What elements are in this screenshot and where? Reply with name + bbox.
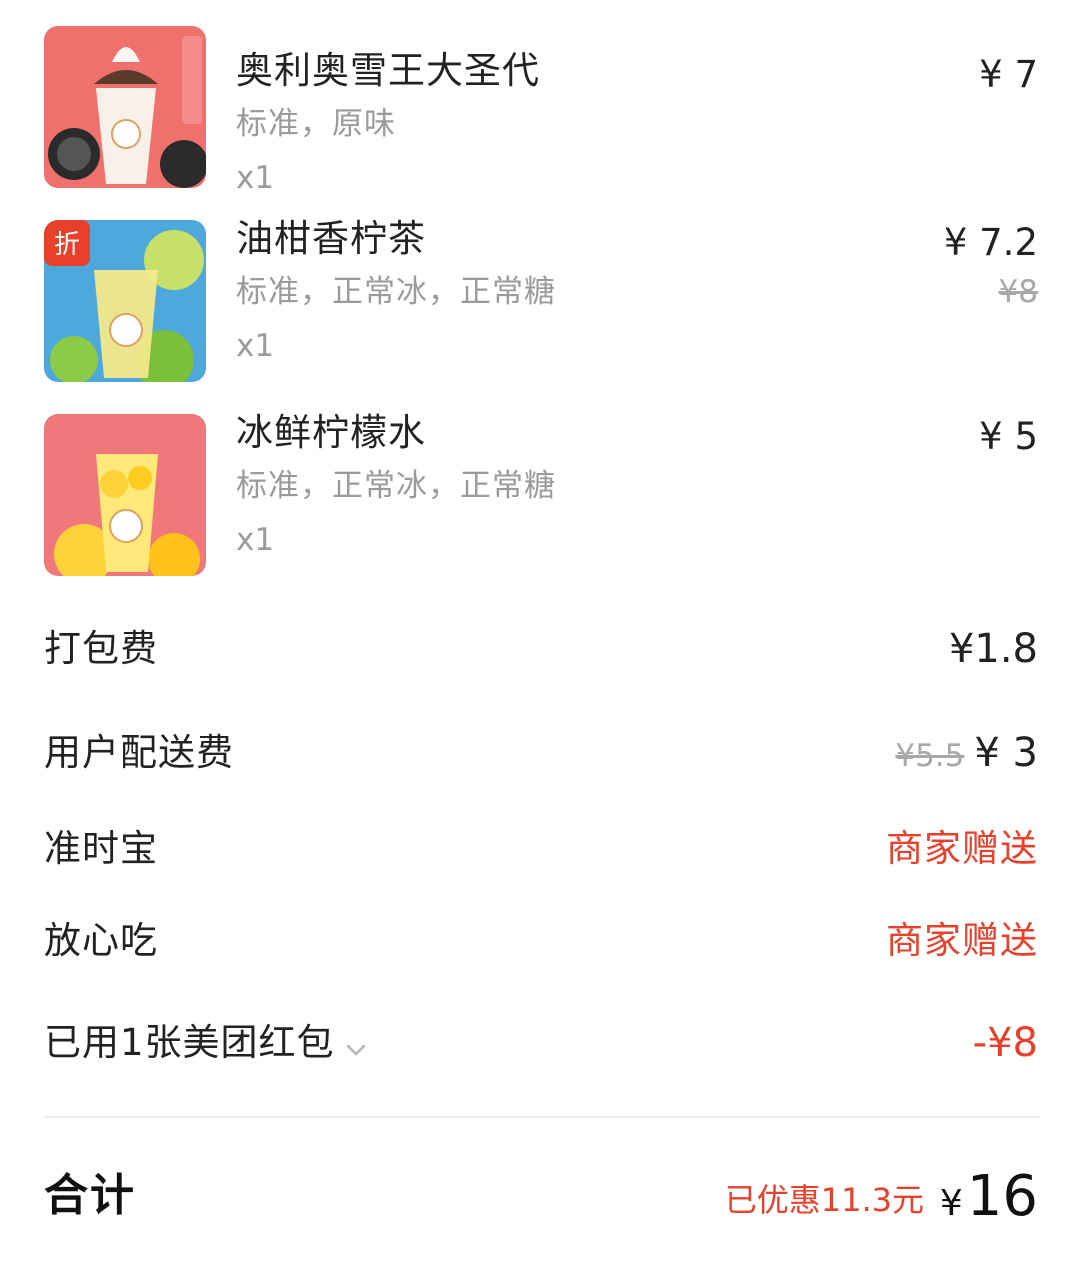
- coupon-row[interactable]: 已用1张美团红包 -¥8: [0, 1004, 1066, 1084]
- product-image: [44, 26, 206, 188]
- safe-eat-value: 商家赠送: [886, 919, 1038, 962]
- ontime-value: 商家赠送: [886, 827, 1038, 870]
- item-original-price: ¥8: [998, 274, 1038, 310]
- item-quantity: x1: [236, 328, 275, 364]
- order-item[interactable]: 冰鲜柠檬水 标准，正常冰，正常糖 x1 ¥ 5: [0, 411, 1066, 594]
- item-spec: 标准，正常冰，正常糖: [236, 274, 556, 310]
- product-image: [44, 414, 206, 576]
- packing-fee-row: 打包费 ¥1.8: [0, 610, 1066, 690]
- total-amount: ¥16: [940, 1164, 1038, 1237]
- total-value: 16: [966, 1164, 1038, 1229]
- packing-fee-value: ¥1.8: [948, 626, 1038, 672]
- saved-amount: 已优惠11.3元: [724, 1181, 924, 1219]
- item-quantity: x1: [236, 160, 275, 196]
- delivery-fee-current: ¥ 3: [974, 730, 1038, 776]
- delivery-fee-value: ¥5.5 ¥ 3: [895, 726, 1038, 783]
- order-item[interactable]: 奥利奥雪王大圣代 标准，原味 x1 ¥ 7: [0, 26, 1066, 206]
- order-item[interactable]: 折 油柑香柠茶 标准，正常冰，正常糖 x1 ¥ 7.2 ¥8: [0, 217, 1066, 400]
- item-quantity: x1: [236, 522, 275, 558]
- item-price: ¥ 7: [979, 53, 1038, 96]
- chevron-down-icon[interactable]: [345, 1020, 367, 1070]
- coupon-label-text: 已用1张美团红包: [44, 1021, 335, 1064]
- delivery-fee-row: 用户配送费 ¥5.5 ¥ 3: [0, 714, 1066, 794]
- discount-badge-icon: 折: [54, 230, 80, 260]
- item-name: 油柑香柠茶: [236, 217, 426, 260]
- item-price: ¥ 5: [979, 415, 1038, 458]
- total-label: 合计: [44, 1170, 136, 1221]
- ontime-label: 准时宝: [44, 827, 158, 870]
- item-name: 奥利奥雪王大圣代: [236, 49, 540, 92]
- item-spec: 标准，原味: [236, 106, 396, 142]
- item-name: 冰鲜柠檬水: [236, 411, 426, 454]
- item-spec: 标准，正常冰，正常糖: [236, 468, 556, 504]
- product-image: 折: [44, 220, 206, 382]
- delivery-fee-original: ¥5.5: [895, 738, 965, 774]
- item-price: ¥ 7.2: [943, 221, 1038, 264]
- total-currency: ¥: [939, 1183, 963, 1224]
- coupon-value: -¥8: [972, 1020, 1038, 1066]
- delivery-fee-label: 用户配送费: [44, 731, 234, 774]
- safe-eat-label: 放心吃: [44, 919, 158, 962]
- safe-eat-row: 放心吃 商家赠送: [0, 902, 1066, 982]
- ontime-row: 准时宝 商家赠送: [0, 810, 1066, 890]
- packing-fee-label: 打包费: [44, 627, 158, 670]
- divider: [44, 1116, 1040, 1118]
- coupon-label[interactable]: 已用1张美团红包: [44, 1018, 367, 1070]
